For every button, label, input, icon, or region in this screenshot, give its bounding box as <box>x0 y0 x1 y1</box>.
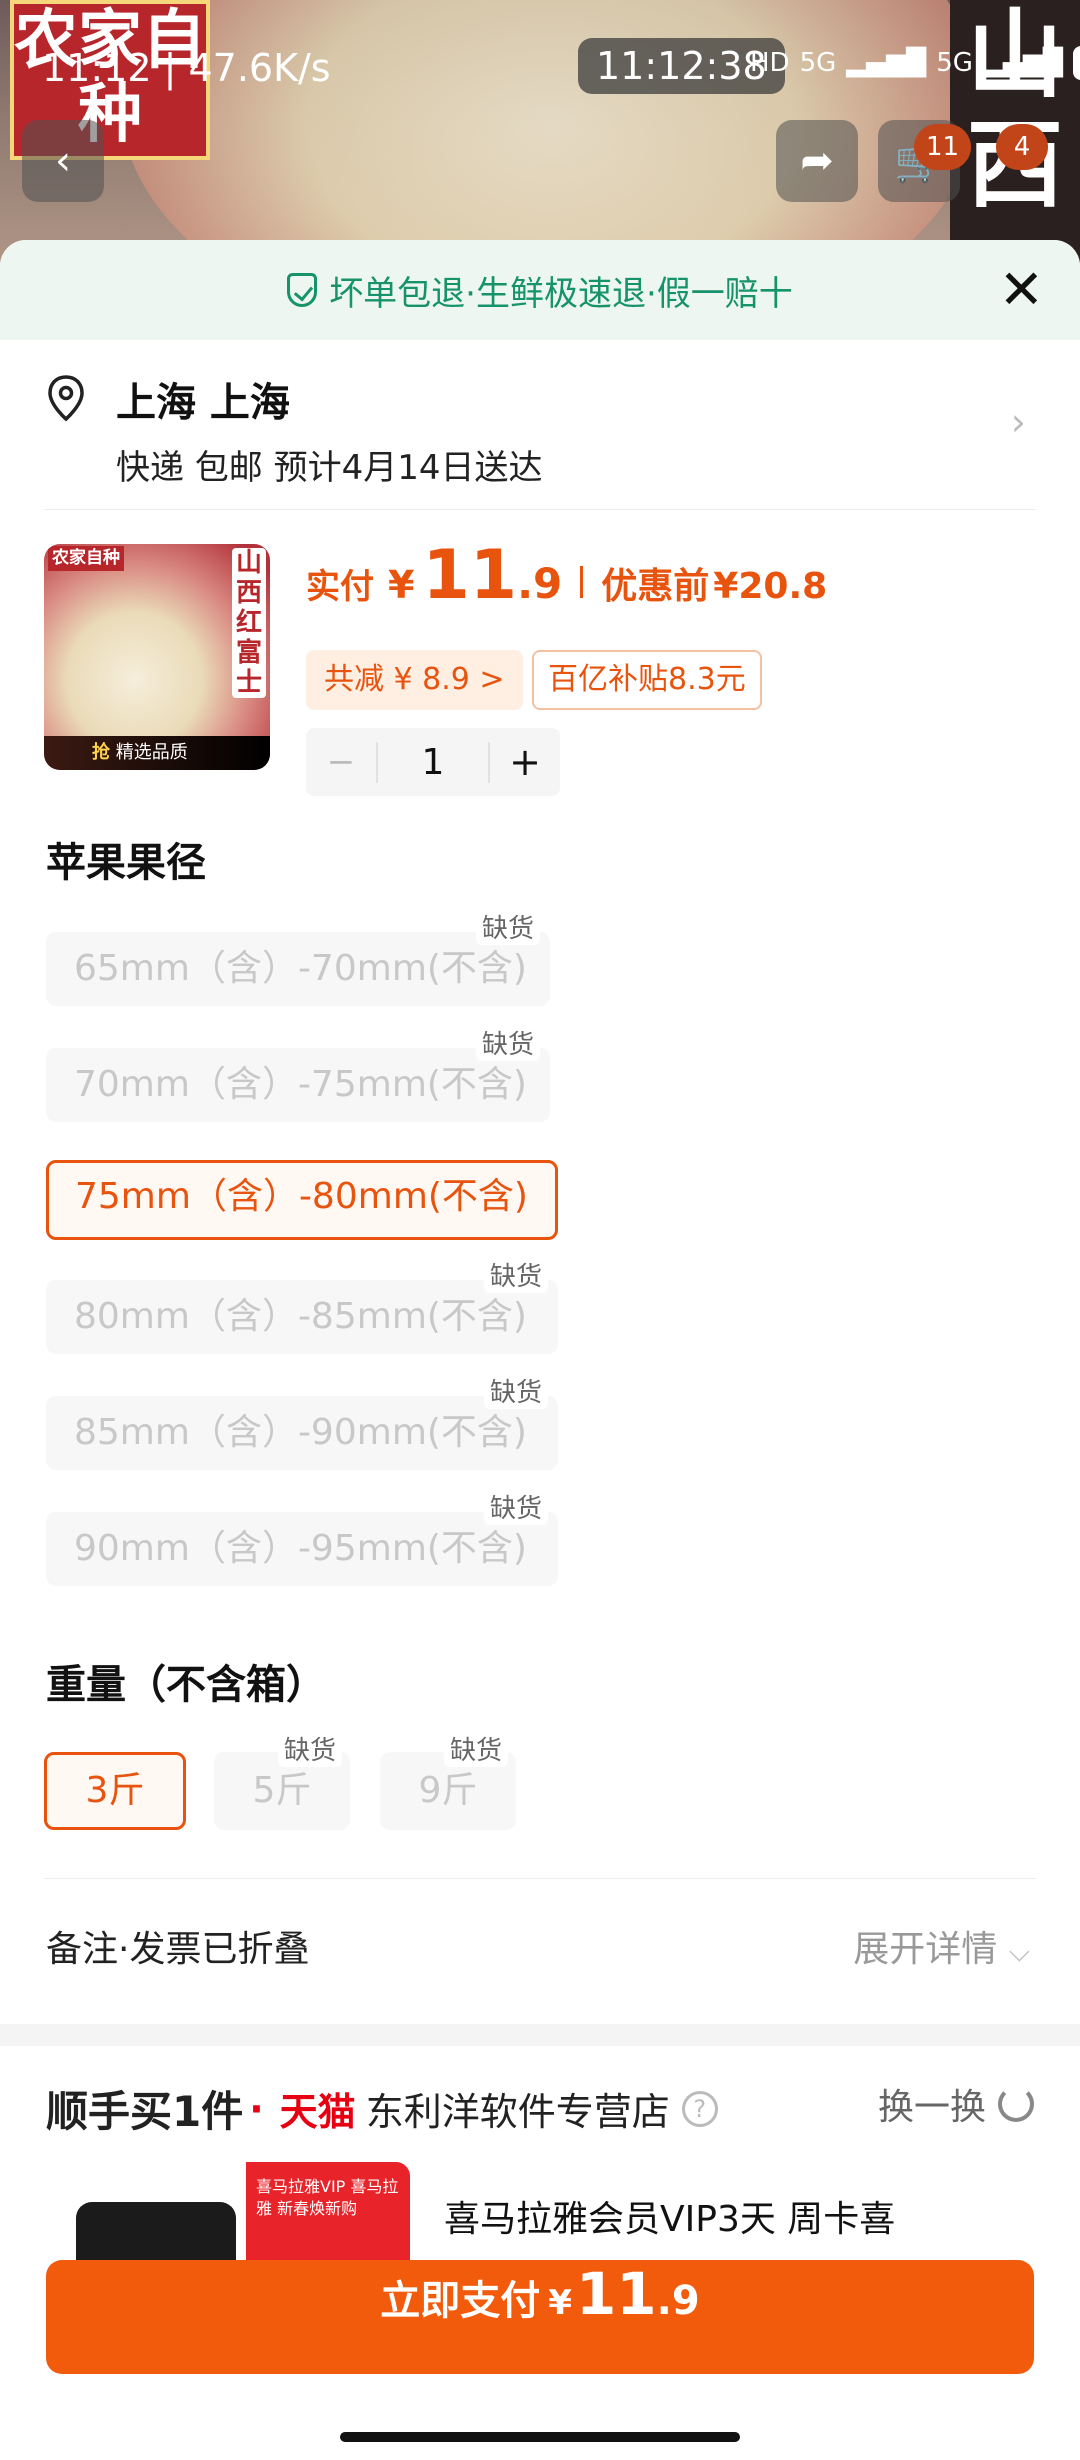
out-of-stock-badge: 缺货 <box>484 1256 549 1293</box>
pre-discount-price: ¥20.8 <box>713 566 828 607</box>
signal-icon-2: 5G <box>936 48 973 78</box>
battery-icon: 54 <box>1072 46 1080 80</box>
pay-price-dec: .9 <box>517 559 563 608</box>
status-bar: 11:12 | 47.6K/s 11:12:38 HD 5G ▂▄▆█ 5G ▂… <box>0 0 1080 130</box>
out-of-stock-badge: 缺货 <box>444 1730 509 1767</box>
pay-now-dec: .9 <box>656 2278 700 2324</box>
tmall-logo: 天猫 <box>279 2090 356 2134</box>
price-separator <box>580 566 584 598</box>
grab-label: 抢 <box>92 742 110 763</box>
cart-badge: 11 <box>914 124 972 170</box>
quality-label: 精选品质 <box>115 742 188 763</box>
quantity-value[interactable]: 1 <box>376 741 490 783</box>
out-of-stock-badge: 缺货 <box>484 1488 549 1525</box>
addon-header: 顺手买1件 · 天猫 东利洋软件专营店 ? <box>46 2078 718 2139</box>
diameter-option-selected[interactable]: 75mm（含）-80mm(不含) <box>46 1160 558 1240</box>
diameter-option[interactable]: 70mm（含）-75mm(不含) <box>46 1048 550 1122</box>
weight-title: 重量（不含箱） <box>46 1662 326 1708</box>
guarantee-banner: 坏单包退·生鲜极速退·假一赔十 ✕ <box>0 240 1080 340</box>
home-indicator[interactable] <box>340 2432 740 2442</box>
more-badge: 4 <box>996 124 1048 170</box>
increase-button[interactable]: + <box>490 740 560 784</box>
product-thumbnail: 农家自种 山西红富士 抢 精选品质 <box>44 544 270 770</box>
shipping-info: 快递 包邮 预计4月14日送达 <box>116 448 543 488</box>
hd-icon: HD <box>750 48 790 78</box>
store-name: 东利洋软件专营店 <box>365 2090 670 2134</box>
quantity-stepper: − 1 + <box>306 728 560 796</box>
diameter-option[interactable]: 80mm（含）-85mm(不含) <box>46 1280 558 1354</box>
out-of-stock-badge: 缺货 <box>476 908 541 945</box>
section-gap <box>0 2024 1080 2046</box>
back-button[interactable]: ‹ <box>22 120 104 202</box>
swap-button[interactable]: 换一换 <box>878 2078 1034 2130</box>
pay-label: 实付 <box>306 567 374 607</box>
pay-now-currency: ¥ <box>548 2283 572 2323</box>
addon-image-text: 喜马拉雅VIP 喜马拉雅 新春焕新购 <box>256 2177 399 2218</box>
help-icon[interactable]: ? <box>681 2090 718 2127</box>
diameter-option[interactable]: 85mm（含）-90mm(不含) <box>46 1396 558 1470</box>
status-icons: HD 5G ▂▄▆█ 5G ▂▄▆█ 54 <box>750 46 1080 80</box>
swap-label: 换一换 <box>877 2087 986 2128</box>
addon-dot: · <box>249 2086 264 2131</box>
product-summary: 农家自种 山西红富士 抢 精选品质 实付 ¥ 11 .9 优惠前 ¥20.8 共… <box>44 510 1036 796</box>
pay-now-button[interactable]: 立即支付 ¥ 11 .9 <box>46 2260 1034 2374</box>
remarks-label: 备注·发票已折叠 <box>46 1929 310 1970</box>
diameter-option[interactable]: 90mm（含）-95mm(不含) <box>46 1512 558 1586</box>
share-button[interactable]: ➦ <box>776 120 858 202</box>
chevron-right-icon: › <box>1010 400 1026 444</box>
sku-selection-sheet: 坏单包退·生鲜极速退·假一赔十 ✕ 上海 上海 快递 包邮 预计4月14日送达 … <box>0 240 1080 2460</box>
divider <box>44 1878 1036 1879</box>
weight-option-selected[interactable]: 3斤 <box>44 1752 186 1830</box>
status-time-speed: 11:12 | 47.6K/s <box>42 46 331 90</box>
price-row: 实付 ¥ 11 .9 优惠前 ¥20.8 <box>306 536 827 615</box>
expand-details-button[interactable]: 展开详情 ⌵ <box>853 1920 1030 1972</box>
signal-bars-icon-2: ▂▄▆█ <box>982 48 1063 78</box>
addon-product-name[interactable]: 喜马拉雅会员VIP3天 周卡喜 <box>444 2190 895 2242</box>
currency-symbol: ¥ <box>388 563 415 607</box>
signal-bars-icon: ▂▄▆█ <box>846 48 927 78</box>
discount-chip[interactable]: 共减 ¥ 8.9 > <box>306 650 523 710</box>
pay-now-int: 11 <box>575 2260 657 2328</box>
pre-discount-label: 优惠前 <box>601 566 710 607</box>
signal-icon: 5G <box>799 48 837 78</box>
diameter-option[interactable]: 65mm（含）-70mm(不含) <box>46 932 550 1006</box>
thumb-quality-tag: 抢 精选品质 <box>44 736 270 770</box>
back-arrow-icon: ‹ <box>55 138 71 184</box>
subsidy-chip: 百亿补贴8.3元 <box>532 650 762 710</box>
out-of-stock-badge: 缺货 <box>278 1730 343 1767</box>
pay-now-label: 立即支付 <box>380 2278 541 2324</box>
share-icon: ➦ <box>800 138 834 184</box>
diameter-title: 苹果果径 <box>46 840 206 886</box>
refresh-icon <box>998 2086 1034 2122</box>
out-of-stock-badge: 缺货 <box>484 1372 549 1409</box>
thumb-brand-tag: 农家自种 <box>48 546 124 571</box>
out-of-stock-badge: 缺货 <box>476 1024 541 1061</box>
address-city: 上海 上海 <box>116 380 290 426</box>
decrease-button[interactable]: − <box>306 742 376 782</box>
addon-product-image[interactable]: 喜马拉雅VIP 喜马拉雅 新春焕新购 <box>46 2162 410 2272</box>
chevron-down-icon: ⌵ <box>1008 1935 1030 1968</box>
addon-brand: 顺手买1件 <box>46 2087 244 2136</box>
shield-check-icon <box>287 273 318 307</box>
thumb-side-tag: 山西红富士 <box>232 548 266 698</box>
guarantee-text: 坏单包退·生鲜极速退·假一赔十 <box>329 273 793 314</box>
close-icon[interactable]: ✕ <box>999 263 1044 317</box>
location-pin-icon <box>48 375 84 422</box>
expand-details-label: 展开详情 <box>853 1929 998 1970</box>
pay-price-int: 11 <box>422 536 518 615</box>
shipping-address[interactable]: 上海 上海 快递 包邮 预计4月14日送达 › <box>44 340 1036 510</box>
